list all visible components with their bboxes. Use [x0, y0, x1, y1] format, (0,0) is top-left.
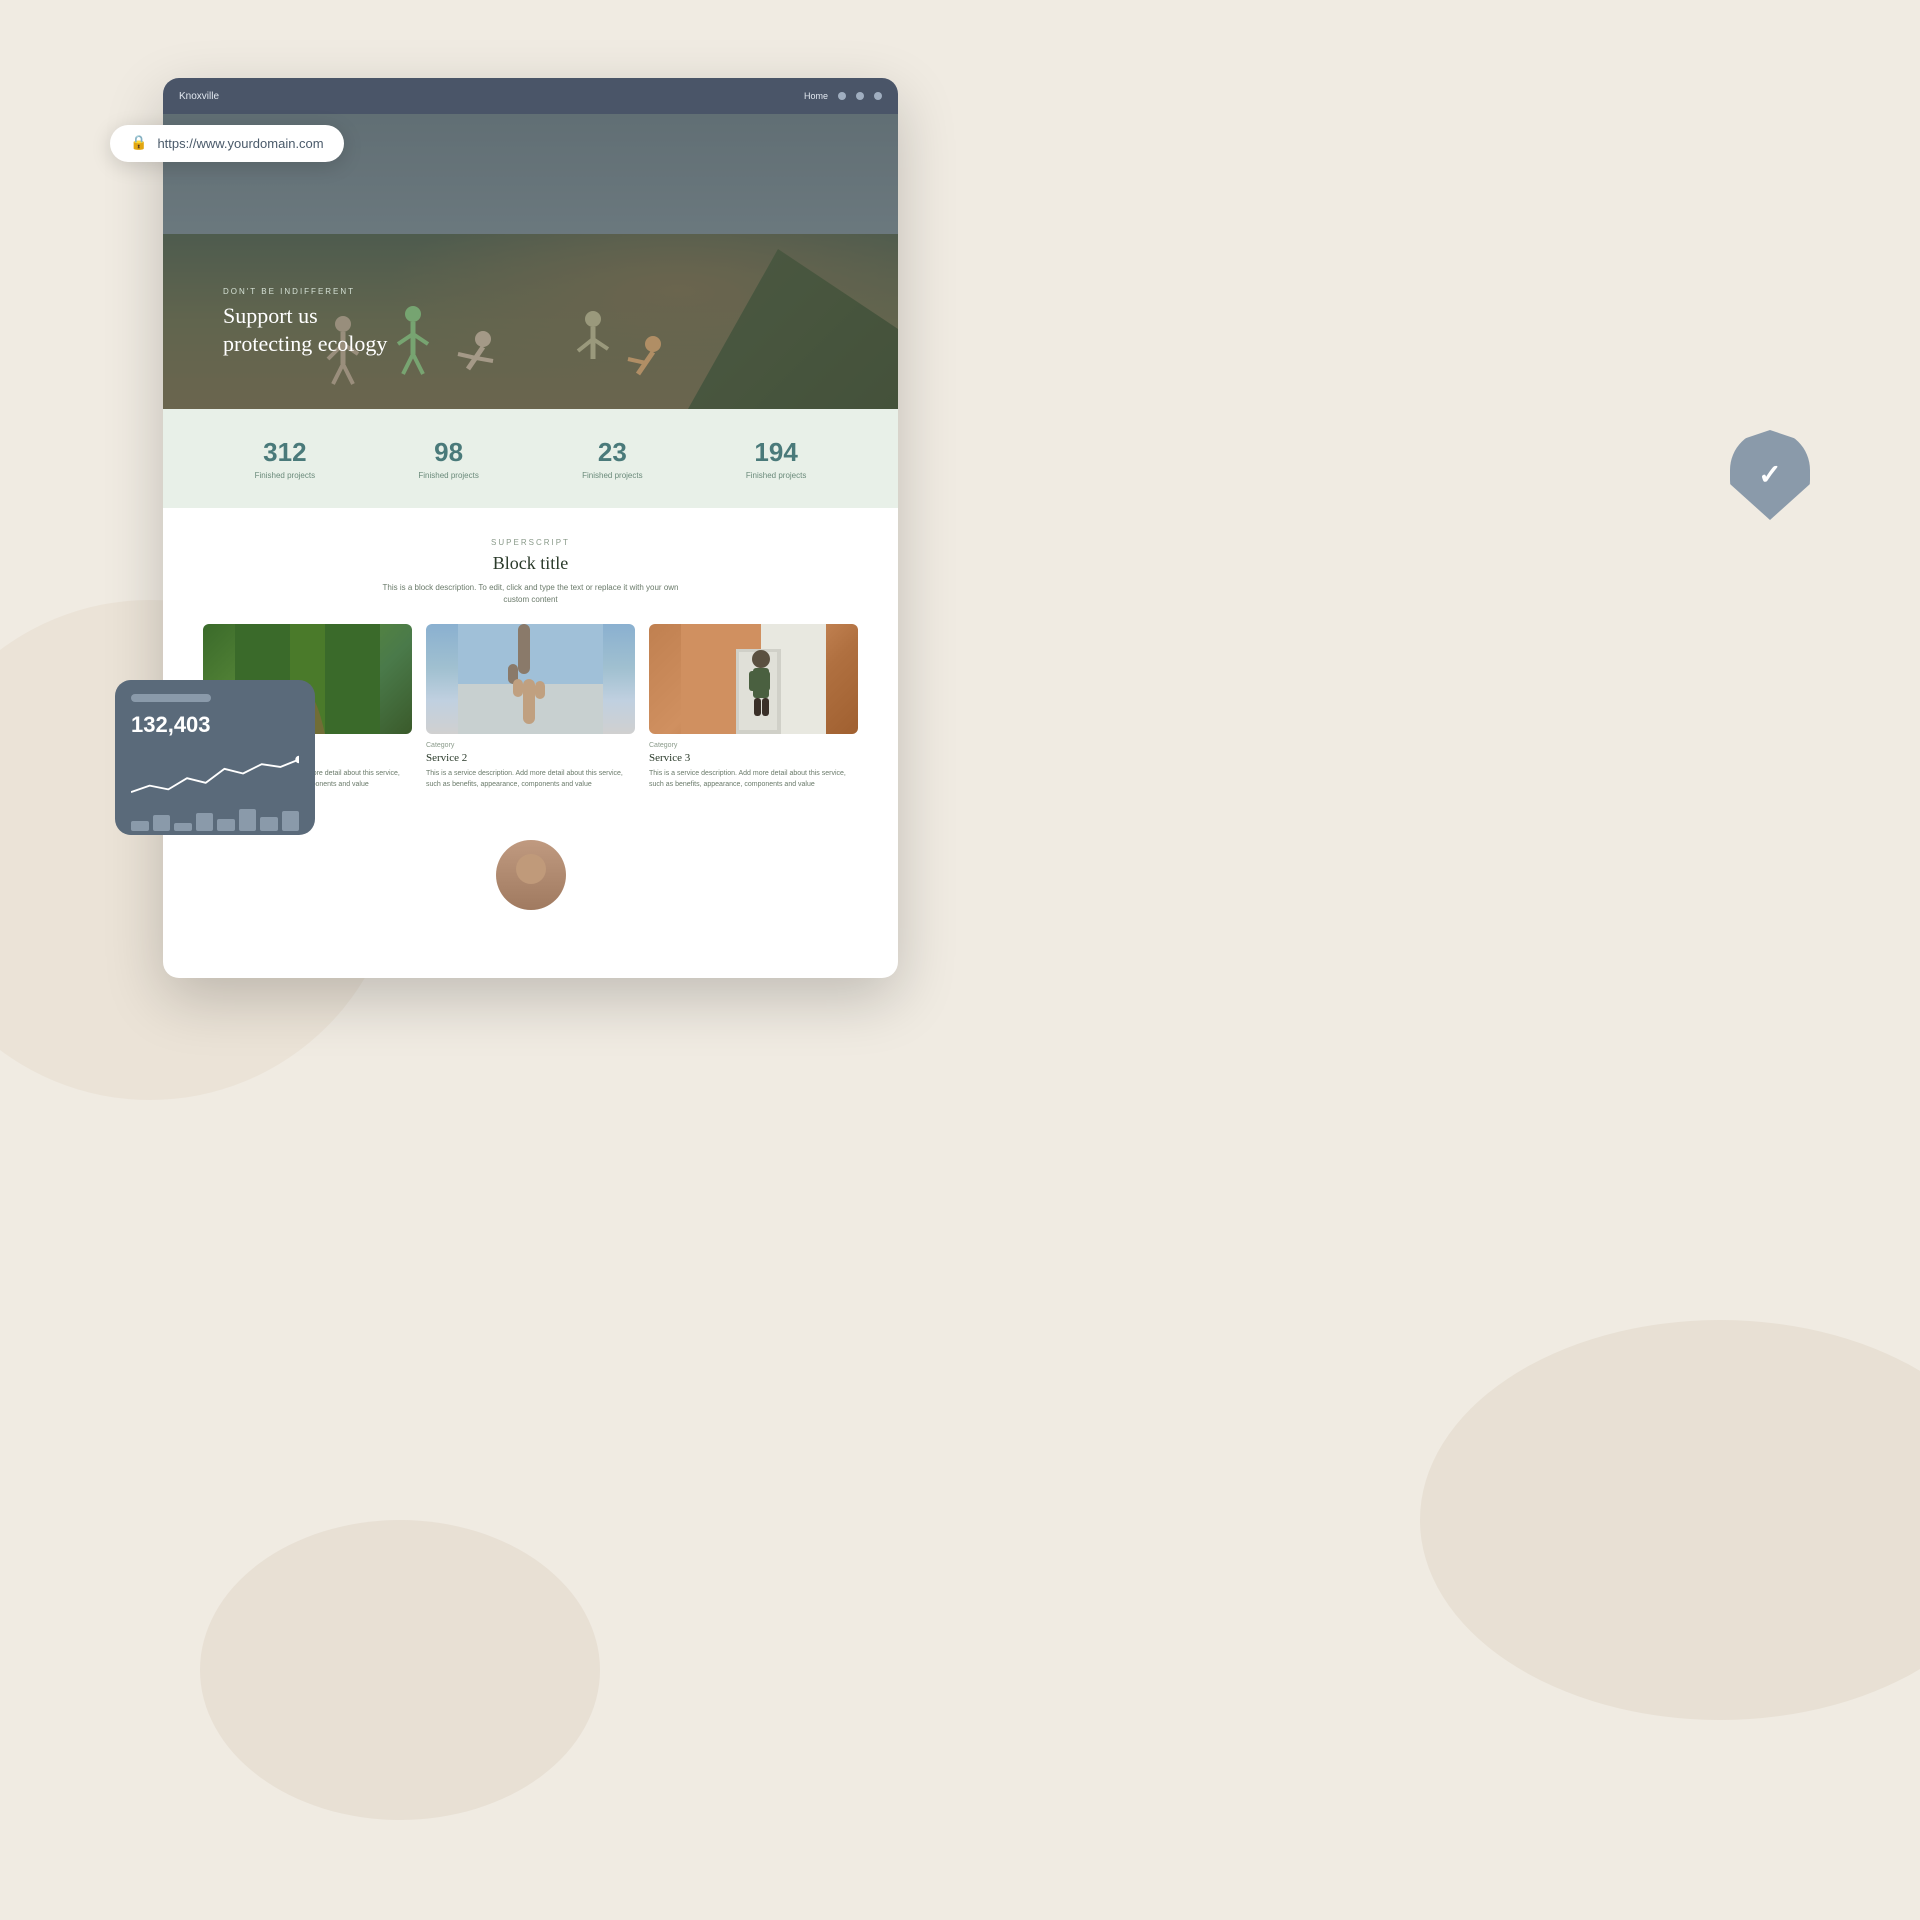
- nav-home[interactable]: Home: [804, 91, 828, 101]
- browser-site-title: Knoxville: [179, 91, 219, 102]
- stats-widget: 132,403: [115, 680, 315, 835]
- bar-8: [282, 811, 300, 831]
- chart-area: [131, 746, 299, 801]
- stats-section: 312 Finished projects 98 Finished projec…: [163, 409, 898, 508]
- services-desc-line1: This is a block description. To edit, cl…: [383, 583, 679, 592]
- nav-dot-2: [856, 92, 864, 100]
- services-desc-line2: custom content: [503, 595, 557, 604]
- service-img-svg-1: [426, 624, 635, 734]
- stat-number-1: 98: [418, 437, 478, 468]
- widget-bar: [131, 694, 211, 702]
- hero-content: DON'T BE INDIFFERENT Support us protecti…: [223, 287, 387, 359]
- services-description: This is a block description. To edit, cl…: [203, 582, 858, 606]
- stat-item-2: 23 Finished projects: [582, 437, 642, 480]
- stat-number-3: 194: [746, 437, 806, 468]
- lock-icon: 🔒: [130, 135, 147, 152]
- nav-dot-1: [838, 92, 846, 100]
- shield-checkmark: ✓: [1758, 458, 1781, 492]
- shield-shape: ✓: [1730, 430, 1810, 520]
- nav-dot-3: [874, 92, 882, 100]
- bg-shape-2: [1420, 1320, 1920, 1720]
- stat-number-2: 23: [582, 437, 642, 468]
- bar-3: [174, 823, 192, 831]
- service-image-1: [426, 624, 635, 734]
- bar-4: [196, 813, 214, 831]
- stat-number-0: 312: [255, 437, 315, 468]
- browser-nav-links: Home: [804, 91, 882, 101]
- bar-7: [260, 817, 278, 831]
- stat-label-3: Finished projects: [746, 471, 806, 480]
- stat-item-1: 98 Finished projects: [418, 437, 478, 480]
- hero-title-line2: protecting ecology: [223, 331, 387, 356]
- service-img-svg-2: [649, 624, 858, 734]
- bg-shape-3: [200, 1520, 600, 1820]
- service-category-2: Category: [649, 742, 858, 749]
- browser-window: Knoxville Home: [163, 78, 898, 978]
- stat-item-0: 312 Finished projects: [255, 437, 315, 480]
- url-text: https://www.yourdomain.com: [157, 136, 323, 151]
- bar-2: [153, 815, 171, 831]
- stat-label-0: Finished projects: [255, 471, 315, 480]
- service-name-1: Service 2: [426, 752, 635, 764]
- service-image-2: [649, 624, 858, 734]
- stat-label-2: Finished projects: [582, 471, 642, 480]
- bar-1: [131, 821, 149, 831]
- service-card-2: Category Service 3 This is a service des…: [649, 624, 858, 790]
- service-card-1: Category Service 2 This is a service des…: [426, 624, 635, 790]
- hero-title: Support us protecting ecology: [223, 302, 387, 359]
- services-title: Block title: [203, 553, 858, 574]
- services-superscript: SUPERSCRIPT: [203, 538, 858, 547]
- service-desc-1: This is a service description. Add more …: [426, 769, 635, 790]
- bar-5: [217, 819, 235, 831]
- service-category-1: Category: [426, 742, 635, 749]
- avatar-bottom: [496, 840, 566, 910]
- browser-nav-bar: Knoxville Home: [163, 78, 898, 114]
- bottom-section: [163, 820, 898, 930]
- url-bar[interactable]: 🔒 https://www.yourdomain.com: [110, 125, 344, 162]
- chart-bars: [131, 809, 299, 831]
- avatar-head: [516, 854, 546, 884]
- stat-item-3: 194 Finished projects: [746, 437, 806, 480]
- widget-number: 132,403: [131, 712, 299, 738]
- shield-badge: ✓: [1730, 430, 1810, 520]
- service-desc-2: This is a service description. Add more …: [649, 769, 858, 790]
- stat-label-1: Finished projects: [418, 471, 478, 480]
- chart-svg: [131, 746, 299, 801]
- hero-title-line1: Support us: [223, 303, 318, 328]
- service-name-2: Service 3: [649, 752, 858, 764]
- hero-superscript: DON'T BE INDIFFERENT: [223, 287, 387, 296]
- bar-6: [239, 809, 257, 831]
